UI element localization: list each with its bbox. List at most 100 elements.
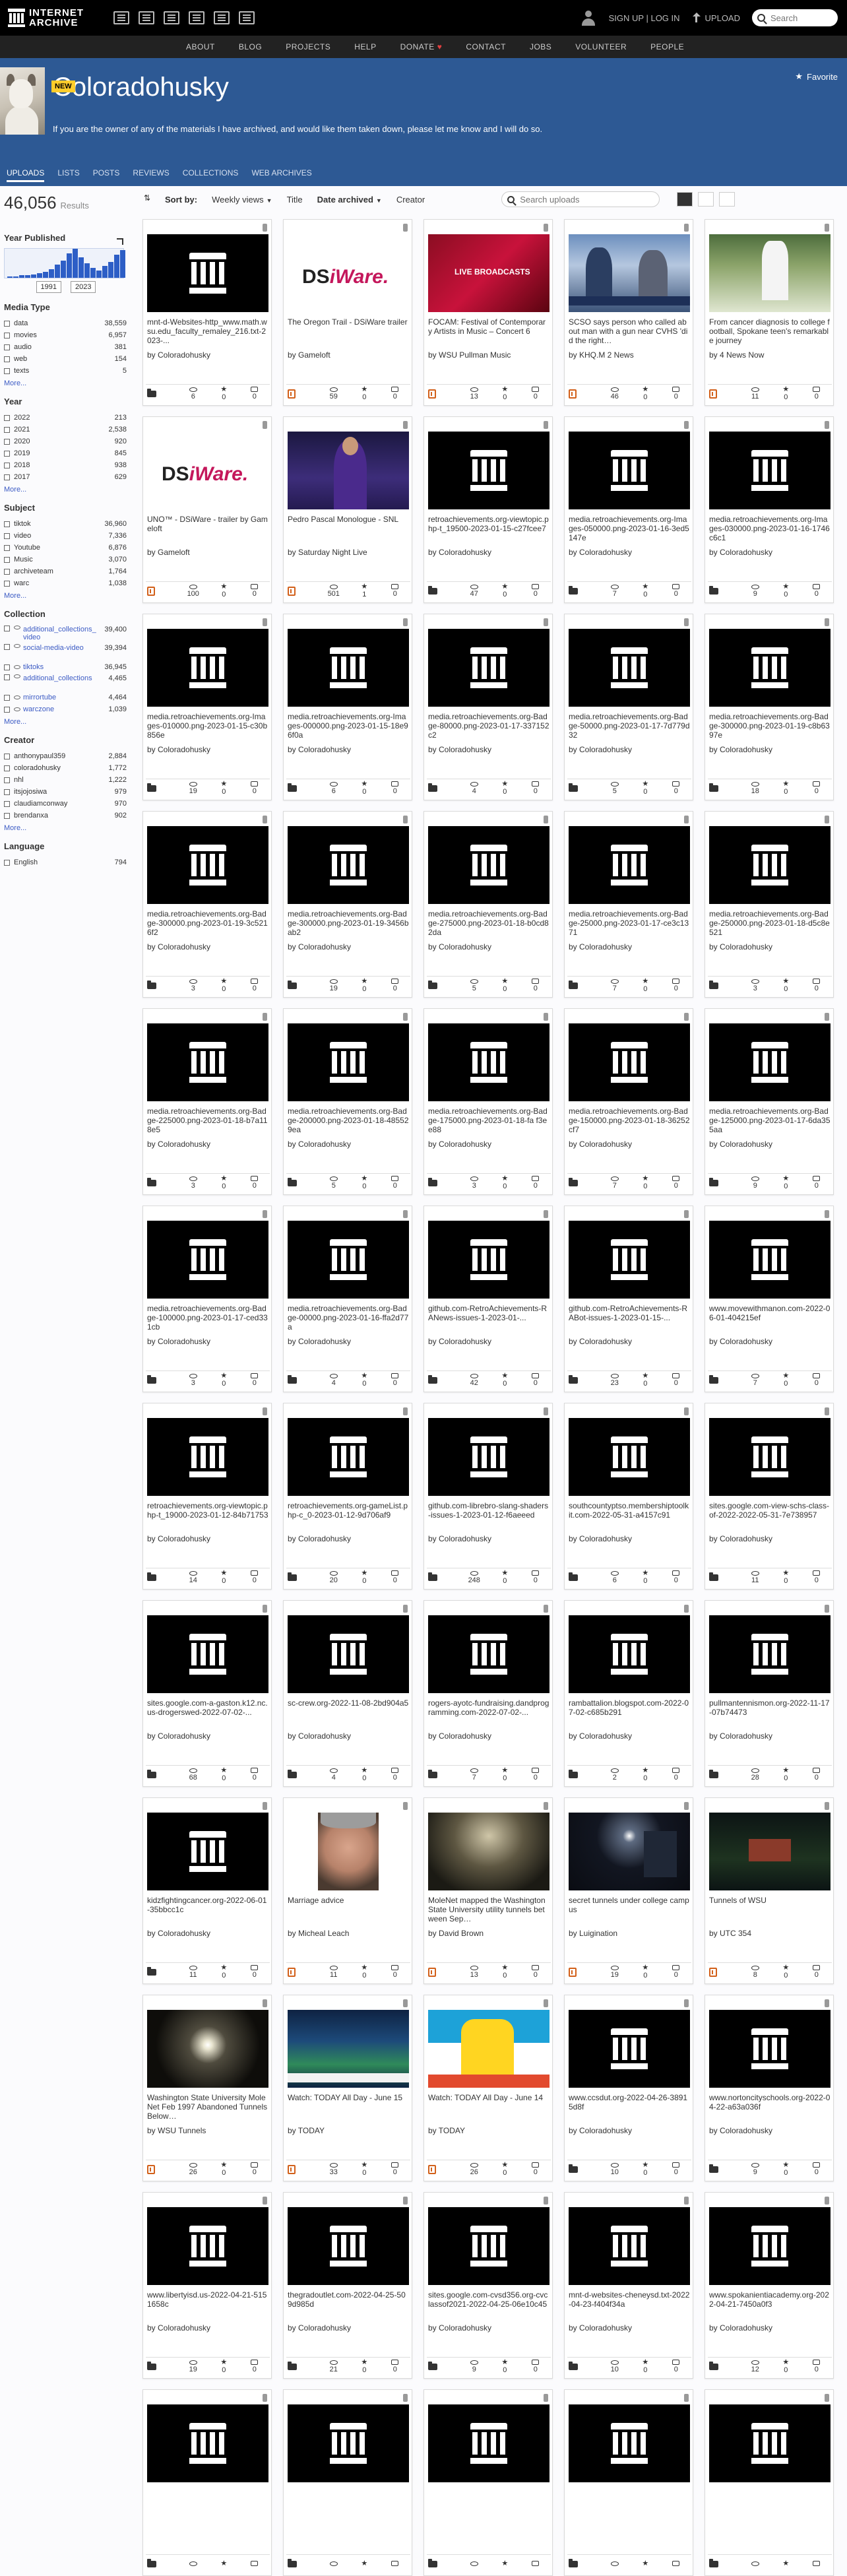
pin-icon[interactable] (403, 224, 408, 232)
facet-option[interactable]: warc 1,038 (3, 577, 129, 589)
item-thumbnail[interactable] (569, 2010, 690, 2088)
facet-option[interactable]: social-media-video 39,394 (3, 643, 129, 661)
item-tile[interactable]: github.com-RetroAchievements-RANews-issu… (424, 1206, 553, 1392)
facet-option[interactable]: archiveteam 1,764 (3, 565, 129, 577)
tab-uploads[interactable]: UPLOADS (7, 168, 45, 182)
item-title[interactable]: github.com-RetroAchievements-RANews-issu… (428, 1304, 549, 1333)
facet-option[interactable]: claudiamconway 970 (3, 798, 129, 810)
item-thumbnail[interactable] (569, 234, 690, 312)
item-tile[interactable]: LIVE BROADCASTS FOCAM: Festival of Contem… (424, 219, 553, 406)
facet-option[interactable]: tiktoks 36,945 (3, 661, 129, 673)
pin-icon[interactable] (825, 2394, 829, 2402)
item-title[interactable]: sc-crew.org-2022-11-08-2bd904a5 (288, 1698, 409, 1727)
sort-title[interactable]: Title (287, 195, 303, 205)
facet-option[interactable]: web 154 (3, 353, 129, 365)
facet-option[interactable]: movies 6,957 (3, 329, 129, 341)
pin-icon[interactable] (825, 2197, 829, 2205)
facet-more-link[interactable]: More... (4, 824, 129, 832)
subnav-volunteer[interactable]: VOLUNTEER (575, 42, 627, 51)
facet-checkbox[interactable] (4, 580, 10, 587)
year-bar[interactable] (114, 255, 119, 278)
item-thumbnail[interactable] (147, 1023, 268, 1101)
facet-checkbox[interactable] (4, 521, 10, 527)
item-thumbnail[interactable] (569, 1023, 690, 1101)
facet-checkbox[interactable] (4, 812, 10, 819)
year-from-input[interactable]: 1991 (36, 281, 61, 293)
item-thumbnail[interactable] (569, 1418, 690, 1496)
pin-icon[interactable] (544, 421, 548, 429)
item-thumbnail[interactable] (428, 1813, 549, 1890)
item-title[interactable]: sites.google.com-a-gaston.k12.nc.us-drog… (147, 1698, 268, 1727)
item-thumbnail[interactable] (147, 2404, 268, 2482)
video-icon[interactable] (164, 11, 179, 24)
item-title[interactable]: rambattalion.blogspot.com-2022-07-02-c68… (569, 1698, 690, 1727)
facet-option[interactable]: data 38,559 (3, 317, 129, 329)
pin-icon[interactable] (263, 2197, 267, 2205)
pin-icon[interactable] (684, 224, 689, 232)
item-thumbnail[interactable] (709, 1813, 831, 1890)
item-tile[interactable]: MoleNet mapped the Washington State Univ… (424, 1797, 553, 1984)
item-thumbnail[interactable] (569, 432, 690, 509)
item-tile[interactable]: retroachievements.org-viewtopic.php-t_19… (424, 416, 553, 603)
item-tile[interactable]: ★ (283, 2389, 412, 2576)
pin-icon[interactable] (825, 1013, 829, 1021)
item-tile[interactable]: media.retroachievements.org-Badge-50000.… (564, 614, 693, 800)
pin-icon[interactable] (544, 2394, 548, 2402)
pin-icon[interactable] (544, 2197, 548, 2205)
pin-icon[interactable] (263, 1999, 267, 2007)
eye-icon[interactable] (14, 674, 20, 678)
item-thumbnail[interactable] (428, 2010, 549, 2088)
user-avatar-icon[interactable] (580, 9, 597, 26)
facet-option[interactable]: tiktok 36,960 (3, 518, 129, 530)
item-thumbnail[interactable] (709, 1615, 831, 1693)
item-title[interactable]: media.retroachievements.org-Badge-250000… (709, 909, 831, 938)
item-title[interactable]: www.nortoncityschools.org-2022-04-22-a63… (709, 2093, 831, 2122)
item-thumbnail[interactable] (428, 1023, 549, 1101)
facet-checkbox[interactable] (4, 450, 10, 457)
facet-checkbox[interactable] (4, 344, 10, 350)
pin-icon[interactable] (684, 1210, 689, 1218)
item-tile[interactable]: media.retroachievements.org-Badge-300000… (142, 811, 272, 998)
sort-weekly-views[interactable]: Weekly views ▼ (212, 195, 272, 205)
item-tile[interactable]: media.retroachievements.org-Badge-150000… (564, 1008, 693, 1195)
item-title[interactable]: FOCAM: Festival of Contemporary Artists … (428, 317, 549, 346)
facet-option[interactable]: additional_collections_video 39,400 (3, 624, 129, 643)
item-thumbnail[interactable] (569, 1221, 690, 1299)
facet-checkbox[interactable] (4, 368, 10, 374)
subnav-people[interactable]: PEOPLE (650, 42, 684, 51)
top-search[interactable] (752, 9, 838, 26)
item-title[interactable]: media.retroachievements.org-Images-03000… (709, 515, 831, 544)
item-thumbnail[interactable] (288, 432, 409, 509)
favorite-button[interactable]: ★ Favorite (795, 71, 838, 82)
item-thumbnail[interactable] (428, 1418, 549, 1496)
year-bar[interactable] (43, 272, 48, 278)
item-title[interactable]: SCSO says person who called about man wi… (569, 317, 690, 346)
item-title[interactable]: Tunnels of WSU (709, 1896, 831, 1925)
item-tile[interactable]: media.retroachievements.org-Badge-300000… (283, 811, 412, 998)
item-tile[interactable]: Washington State University MoleNet Feb … (142, 1995, 272, 2181)
facet-checkbox[interactable] (4, 800, 10, 807)
year-bar[interactable] (7, 276, 13, 278)
item-tile[interactable]: thegradoutlet.com-2022-04-25-509d985d by … (283, 2192, 412, 2379)
facet-option[interactable]: 2018 938 (3, 459, 129, 471)
facet-checkbox[interactable] (4, 789, 10, 795)
pin-icon[interactable] (825, 421, 829, 429)
facet-checkbox[interactable] (4, 706, 10, 713)
subnav-jobs[interactable]: JOBS (530, 42, 551, 51)
pin-icon[interactable] (544, 1802, 548, 1810)
item-thumbnail[interactable]: DSiWare. (288, 234, 409, 312)
item-thumbnail[interactable] (569, 2404, 690, 2482)
pin-icon[interactable] (544, 1013, 548, 1021)
pin-icon[interactable] (544, 224, 548, 232)
item-thumbnail[interactable] (709, 2404, 831, 2482)
item-title[interactable]: secret tunnels under college campus (569, 1896, 690, 1925)
search-uploads[interactable] (501, 191, 660, 207)
pin-icon[interactable] (825, 1802, 829, 1810)
facet-option[interactable]: 2020 920 (3, 435, 129, 447)
item-thumbnail[interactable] (288, 1418, 409, 1496)
year-bar[interactable] (61, 261, 66, 278)
pin-icon[interactable] (544, 618, 548, 626)
item-thumbnail[interactable] (147, 629, 268, 707)
item-thumbnail[interactable] (709, 2207, 831, 2285)
item-tile[interactable]: media.retroachievements.org-Images-01000… (142, 614, 272, 800)
